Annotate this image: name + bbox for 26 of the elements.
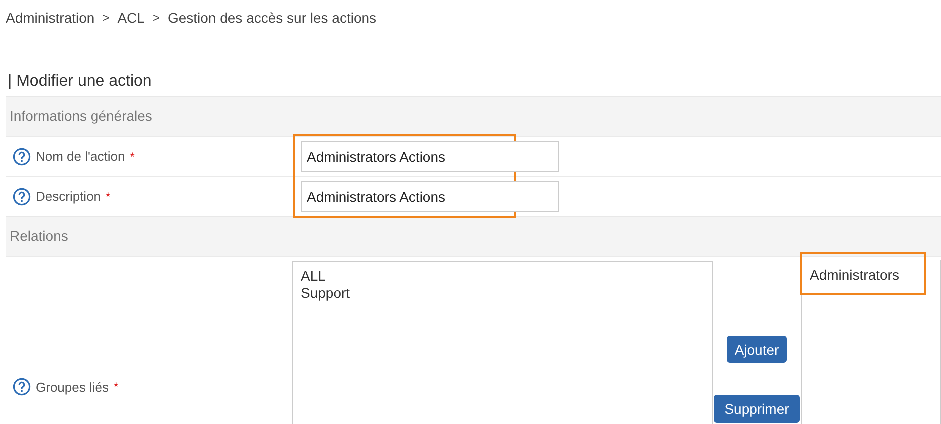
required-asterisk: *: [106, 190, 111, 204]
list-option[interactable]: Administrators: [810, 268, 932, 282]
section-header: Relations: [6, 216, 941, 256]
list-option[interactable]: Support: [301, 285, 704, 302]
breadcrumb-item[interactable]: Gestion des accès sur les actions: [168, 10, 377, 26]
breadcrumb-item[interactable]: ACL: [118, 10, 145, 26]
field-label: Nom de l'action: [36, 149, 126, 164]
help-icon[interactable]: [13, 188, 31, 206]
breadcrumb-item[interactable]: Administration: [6, 10, 95, 26]
selected-list[interactable]: Administrators: [801, 260, 941, 424]
list-button[interactable]: Ajouter: [726, 336, 788, 363]
list-option[interactable]: ALL: [301, 268, 704, 285]
page-title: | Modifier une action: [8, 72, 153, 92]
help-icon[interactable]: [13, 378, 31, 396]
text-input[interactable]: Administrators Actions: [301, 141, 559, 172]
breadcrumb-separator: >: [102, 11, 110, 25]
required-asterisk: *: [130, 150, 135, 164]
required-asterisk: *: [114, 380, 119, 394]
field-label: Groupes liés: [36, 380, 109, 394]
breadcrumb-separator: >: [152, 11, 160, 25]
list-button[interactable]: Supprimer: [714, 395, 800, 423]
field-label: Description: [36, 189, 102, 204]
help-icon[interactable]: [13, 148, 31, 166]
section-header: Informations générales: [6, 96, 941, 136]
available-list[interactable]: ALL Support: [292, 261, 713, 424]
text-input[interactable]: Administrators Actions: [301, 181, 559, 212]
